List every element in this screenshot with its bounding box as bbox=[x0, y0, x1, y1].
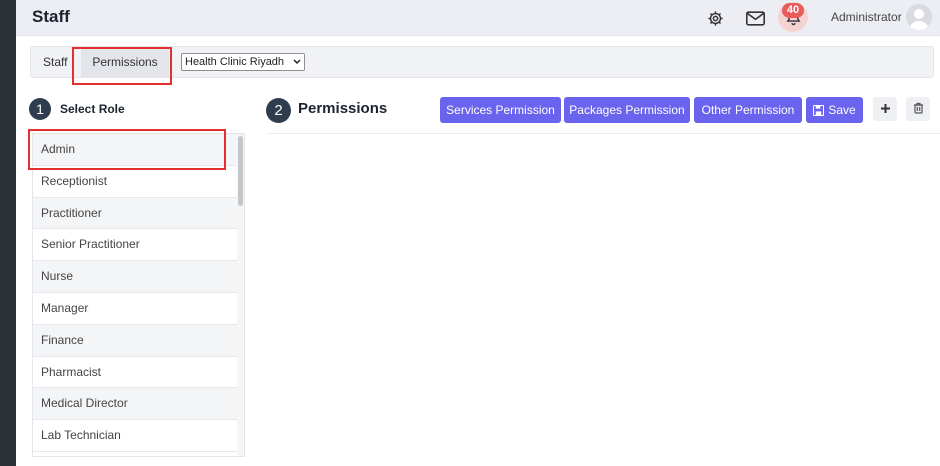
notification-badge: 40 bbox=[782, 3, 804, 18]
role-list: Admin Receptionist Practitioner Senior P… bbox=[33, 134, 238, 452]
clinic-select-value: Health Clinic Riyadh bbox=[185, 56, 285, 68]
top-header: Staff 40 Administrator bbox=[16, 0, 940, 36]
app: Staff 40 Administrator Staff Permissions… bbox=[16, 0, 940, 466]
left-edge-strip bbox=[0, 0, 16, 466]
tab-permissions[interactable]: Permissions bbox=[81, 47, 169, 77]
role-list-panel: Admin Receptionist Practitioner Senior P… bbox=[32, 133, 245, 457]
services-permission-button[interactable]: Services Permission bbox=[440, 97, 561, 123]
step-2-label: Permissions bbox=[298, 100, 388, 117]
step-2-number: 2 bbox=[266, 98, 291, 123]
plus-icon bbox=[880, 101, 891, 117]
role-item-finance[interactable]: Finance bbox=[33, 324, 238, 357]
delete-role-button[interactable] bbox=[906, 97, 930, 121]
save-button-label: Save bbox=[828, 103, 856, 117]
permissions-divider bbox=[266, 133, 940, 134]
packages-permission-button[interactable]: Packages Permission bbox=[564, 97, 690, 123]
role-item-admin[interactable]: Admin bbox=[33, 134, 238, 166]
role-item-nurse[interactable]: Nurse bbox=[33, 261, 238, 293]
role-item-receptionist[interactable]: Receptionist bbox=[33, 165, 238, 198]
add-role-button[interactable] bbox=[873, 97, 897, 121]
clinic-select[interactable]: Health Clinic Riyadh bbox=[181, 53, 305, 71]
role-item-practitioner[interactable]: Practitioner bbox=[33, 197, 238, 230]
trash-icon bbox=[913, 101, 924, 117]
step-1-number: 1 bbox=[29, 98, 51, 120]
role-list-scrollbar[interactable] bbox=[237, 134, 244, 456]
avatar[interactable] bbox=[906, 4, 932, 30]
save-button[interactable]: Save bbox=[806, 97, 863, 123]
step-1-label: Select Role bbox=[60, 102, 125, 116]
mail-icon[interactable] bbox=[745, 8, 765, 28]
gear-icon[interactable] bbox=[705, 8, 725, 28]
role-item-senior-practitioner[interactable]: Senior Practitioner bbox=[33, 229, 238, 262]
user-name[interactable]: Administrator bbox=[831, 10, 902, 24]
save-icon bbox=[813, 104, 825, 116]
page-title: Staff bbox=[32, 7, 70, 26]
tab-bar: Staff Permissions bbox=[30, 46, 934, 78]
other-permission-button[interactable]: Other Permission bbox=[694, 97, 802, 123]
tab-staff[interactable]: Staff bbox=[43, 47, 67, 77]
role-item-manager[interactable]: Manager bbox=[33, 292, 238, 325]
role-item-medical-director[interactable]: Medical Director bbox=[33, 388, 238, 421]
scrollbar-thumb[interactable] bbox=[238, 136, 243, 206]
role-item-pharmacist[interactable]: Pharmacist bbox=[33, 356, 238, 389]
chevron-down-icon bbox=[293, 54, 301, 76]
role-item-lab-technician[interactable]: Lab Technician bbox=[33, 420, 238, 452]
